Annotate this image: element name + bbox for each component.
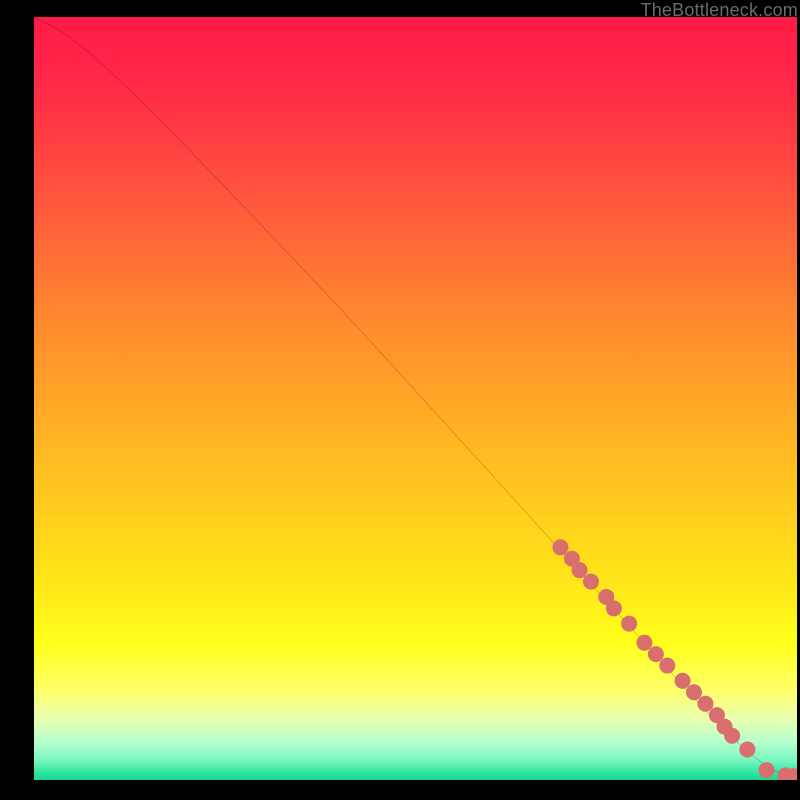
scatter-point bbox=[659, 658, 675, 674]
scatter-point bbox=[636, 635, 652, 651]
watermark-text: TheBottleneck.com bbox=[641, 0, 798, 21]
scatter-point bbox=[675, 673, 691, 689]
stage: TheBottleneck.com bbox=[0, 0, 800, 800]
scatter-point bbox=[686, 684, 702, 700]
scatter-point bbox=[621, 616, 637, 632]
scatter-point bbox=[648, 646, 664, 662]
scatter-point bbox=[758, 762, 774, 778]
bottleneck-curve bbox=[34, 17, 797, 777]
scatter-point bbox=[572, 562, 588, 578]
scatter-point bbox=[583, 574, 599, 590]
scatter-point bbox=[552, 539, 568, 555]
scatter-points bbox=[552, 539, 797, 780]
scatter-point bbox=[739, 741, 755, 757]
scatter-point bbox=[606, 600, 622, 616]
chart-area bbox=[34, 17, 797, 780]
chart-overlay bbox=[34, 17, 797, 780]
scatter-point bbox=[724, 728, 740, 744]
scatter-point bbox=[697, 696, 713, 712]
